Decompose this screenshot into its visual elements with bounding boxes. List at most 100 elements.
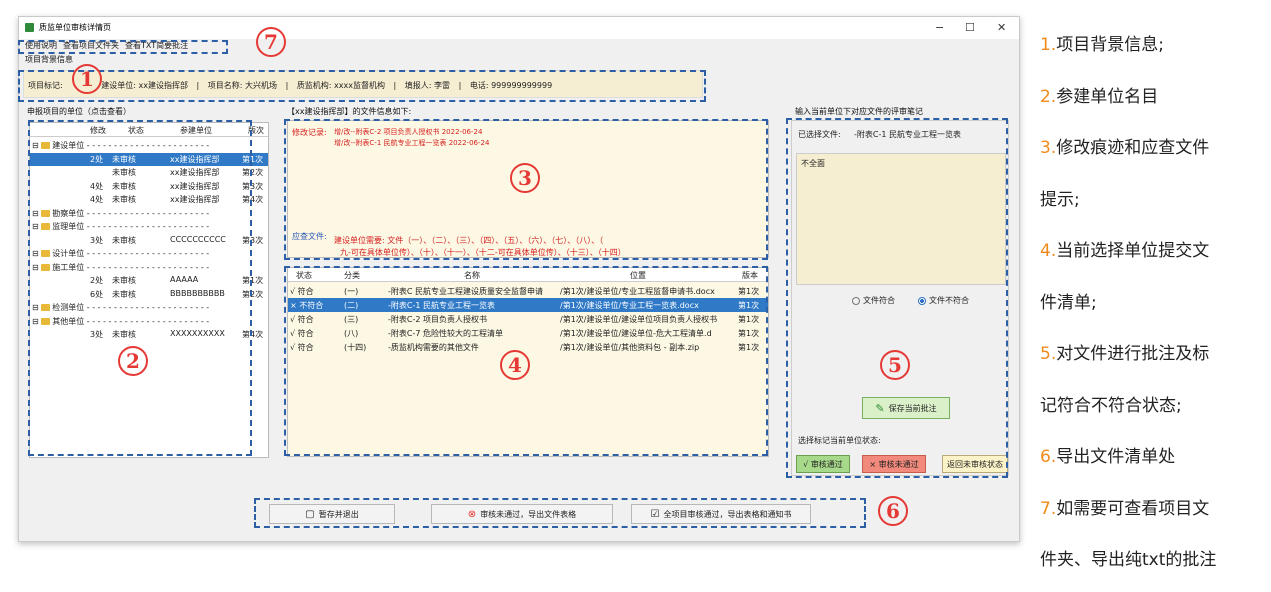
tree-cell-status: 未审核	[112, 276, 136, 285]
tree-group-name: 设计单位 - - - - - - - - - - - - - - - - - -…	[52, 249, 210, 258]
reject-circle-icon: ⊗	[467, 508, 477, 520]
folder-icon	[41, 142, 51, 149]
review-note-textarea[interactable]: 不全面	[796, 153, 1006, 285]
tree-group-name: 勘察单位 - - - - - - - - - - - - - - - - - -…	[52, 208, 210, 218]
legend-text: 项目背景信息;	[1056, 35, 1164, 55]
tree-row[interactable]: 未审核 xx建设指挥部 第2次	[30, 166, 268, 179]
tree-group[interactable]: ⊟ 其他单位 - - - - - - - - - - - - - - - - -…	[30, 315, 268, 328]
tree-group[interactable]: ⊟ 设计单位 - - - - - - - - - - - - - - - - -…	[30, 247, 268, 260]
export-pass-button[interactable]: ☑ 全项目审核通过，导出表格和通知书	[631, 504, 811, 524]
file-row[interactable]: √ 符合 (八) -附表C-7 危险性较大的工程清单/第1次/建设单位/建设单位-危…	[288, 326, 768, 340]
tree-row[interactable]: 3处 未审核 CCCCCCCCCC 第3次	[30, 234, 268, 247]
tree-cell-ver: 第4次	[242, 330, 264, 339]
tree-group-label: ⊟ 建设单位 - - - - - - - - - - - - - - - - -…	[32, 140, 209, 151]
badge-6: 6	[878, 496, 908, 526]
file-cell-path: /第1次/建设单位/其他资料包 - 副本.zip	[560, 343, 700, 352]
legend-note: 4.当前选择单位提交文	[1040, 236, 1209, 261]
units-tree-header: 修改 状态 参建单位 版次	[30, 123, 268, 137]
legend-text: 对文件进行批注及标	[1056, 344, 1210, 364]
legend-note: 1.项目背景信息;	[1040, 30, 1164, 55]
tree-row[interactable]: 2处 未审核 xx建设指挥部 第1次	[30, 152, 268, 166]
file-cell-status: × 不符合	[290, 301, 324, 310]
tree-cell-ver: 第1次	[242, 154, 264, 164]
radio-circle-icon	[852, 296, 860, 305]
menu-view-txt[interactable]: 查看TXT简要批注	[125, 40, 188, 51]
minimize-icon[interactable]: −	[935, 21, 944, 34]
file-cell-path: /第1次/建设单位/专业工程监督申请书.docx	[560, 287, 715, 296]
legend-note: 7.如需要可查看项目文	[1040, 494, 1209, 519]
tree-group[interactable]: ⊟ 检测单位 - - - - - - - - - - - - - - - - -…	[30, 301, 268, 314]
tree-row[interactable]: 4处 未审核 xx建设指挥部 第4次	[30, 193, 268, 206]
project-info-bar: 项目标记: 建设单位: xx建设指挥部 | 项目名称: 大兴机场 | 质监机构:…	[23, 70, 703, 98]
legend-note: 3.修改痕迹和应查文件	[1040, 133, 1209, 158]
expand-icon: ⊟	[32, 262, 42, 272]
col-category: 分类	[344, 271, 360, 280]
close-icon[interactable]: ✕	[997, 21, 1006, 34]
file-cell-cat: (二)	[344, 301, 359, 310]
save-note-label: 保存当前批注	[888, 403, 937, 413]
file-row[interactable]: × 不符合 (二) -附表C-1 民航专业工程一览表/第1次/建设单位/专业工程一览…	[288, 298, 768, 312]
file-cell-status: √ 符合	[290, 329, 314, 338]
badge-4: 4	[500, 350, 530, 380]
legend-number: 6.	[1040, 447, 1057, 467]
file-cell-path: /第1次/建设单位/建设单位-危大工程清单.d	[560, 329, 712, 338]
tree-group[interactable]: ⊟ 勘察单位 - - - - - - - - - - - - - - - - -…	[30, 207, 268, 220]
folder-icon	[41, 304, 51, 311]
col-status: 状态	[128, 126, 144, 135]
file-cell-name: -附表C-7 危险性较大的工程清单	[388, 329, 503, 338]
title-bar: 质监单位审核详情页 − ☐ ✕	[19, 17, 1019, 39]
file-cell-ver: 第1次	[738, 329, 760, 338]
expand-icon: ⊟	[32, 249, 42, 258]
tree-group[interactable]: ⊟ 建设单位 - - - - - - - - - - - - - - - - -…	[30, 139, 268, 152]
radio-selected-icon	[918, 296, 926, 305]
file-cell-status: √ 符合	[290, 315, 314, 324]
maximize-icon[interactable]: ☐	[965, 21, 975, 34]
legend-number: 1.	[1040, 35, 1057, 55]
tree-cell-ver: 第1次	[242, 276, 264, 285]
save-exit-label: 暂存并退出	[318, 509, 359, 519]
tree-group[interactable]: ⊟ 施工单位 - - - - - - - - - - - - - - - - -…	[30, 261, 268, 274]
badge-7: 7	[256, 27, 286, 57]
units-tree[interactable]: 修改 状态 参建单位 版次 ⊟ 建设单位 - - - - - - - - - -…	[29, 122, 269, 458]
tree-group[interactable]: ⊟ 监理单位 - - - - - - - - - - - - - - - - -…	[30, 220, 268, 233]
info-project: 项目名称: 大兴机场	[207, 81, 278, 90]
tree-row[interactable]: 4处 未审核 xx建设指挥部 第3次	[30, 180, 268, 193]
badge-1: 1	[72, 64, 102, 94]
radio-file-ok[interactable]: 文件符合	[852, 295, 895, 306]
file-row[interactable]: √ 符合 (十四) -质监机构需要的其他文件/第1次/建设单位/其他资料包 - 副本…	[288, 340, 768, 354]
expand-icon: ⊟	[32, 222, 42, 231]
file-row[interactable]: √ 符合 (三) -附表C-2 项目负责人授权书/第1次/建设单位/建设单位项目负责…	[288, 312, 768, 326]
export-fail-label: 审核未通过，导出文件表格	[480, 509, 577, 519]
legend-note: 5.对文件进行批注及标	[1040, 339, 1209, 364]
folder-icon	[41, 209, 51, 217]
legend-note: 记符合不符合状态;	[1040, 391, 1182, 416]
legend-note: 提示;	[1040, 185, 1080, 210]
menu-open-folder[interactable]: 查看项目文件夹	[63, 40, 119, 51]
tree-row[interactable]: 3处 未审核 XXXXXXXXXX 第4次	[30, 328, 268, 341]
legend-note: 6.导出文件清单处	[1040, 442, 1175, 467]
export-fail-button[interactable]: ⊗ 审核未通过，导出文件表格	[431, 504, 613, 524]
legend-note: 件清单;	[1040, 288, 1097, 313]
radio-file-bad[interactable]: 文件不符合	[918, 295, 969, 306]
change-item: 增/改--附表C-1 民航专业工程一览表 2022-06-24	[334, 139, 490, 147]
export-pass-label: 全项目审核通过，导出表格和通知书	[663, 509, 792, 519]
file-list-header: 状态 分类 名称 位置 版本	[288, 268, 768, 282]
tree-row[interactable]: 2处 未审核 AAAAA 第1次	[30, 274, 268, 287]
file-cell-name: -附表C-1 民航专业工程一览表	[388, 301, 495, 310]
tree-cell-mod: 4处	[90, 195, 104, 204]
file-cell-status: √ 符合	[290, 343, 314, 352]
tree-row[interactable]: 6处 未审核 BBBBBBBBBB 第2次	[30, 288, 268, 301]
tree-group-label: ⊟ 检测单位 - - - - - - - - - - - - - - - - -…	[32, 302, 209, 313]
menu-help[interactable]: 使用说明	[25, 40, 57, 51]
reset-status-button[interactable]: 返回未审核状态	[942, 455, 1008, 473]
tree-cell-unit: xx建设指挥部	[170, 181, 220, 191]
folder-icon	[41, 263, 51, 271]
file-row[interactable]: √ 符合 (一) -附表C 民航专业工程建设质量安全监督申请/第1次/建设单位/专业…	[288, 284, 768, 298]
reject-button[interactable]: × 审核未通过	[862, 455, 926, 473]
approve-button[interactable]: √ 审核通过	[796, 455, 850, 473]
tree-cell-mod: 3处	[90, 235, 104, 245]
info-sep: |	[458, 81, 462, 90]
save-exit-button[interactable]: ▢ 暂存并退出	[269, 504, 395, 524]
tree-cell-status: 未审核	[112, 168, 136, 177]
save-note-button[interactable]: ✎ 保存当前批注	[862, 397, 950, 419]
